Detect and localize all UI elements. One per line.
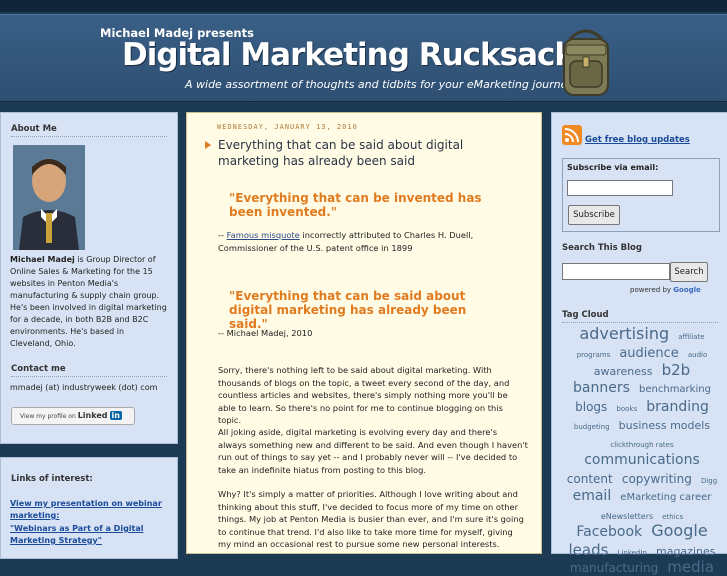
- tag-link[interactable]: Google: [651, 522, 707, 540]
- attribution-prefix: --: [218, 230, 227, 240]
- tag-cloud: advertising affiliate programs audience …: [562, 325, 722, 576]
- tag-link[interactable]: clickthrough rates: [610, 441, 673, 450]
- google-logo: Google: [673, 286, 701, 294]
- tag-link[interactable]: audio: [688, 351, 707, 360]
- tag-link[interactable]: Digg: [701, 477, 717, 486]
- profile-photo: [13, 145, 85, 250]
- tag-link[interactable]: business models: [619, 420, 710, 432]
- blog-tagline: A wide assortment of thoughts and tidbit…: [185, 78, 574, 91]
- tag-link[interactable]: budgeting: [574, 424, 610, 432]
- linkedin-brand: Linked: [77, 411, 108, 420]
- search-title: Search This Blog: [562, 243, 642, 253]
- link-webinar-presentation[interactable]: View my presentation on webinar marketin…: [10, 498, 170, 522]
- post-paragraph-2: All joking aside, digital marketing is e…: [218, 427, 528, 475]
- blog-title[interactable]: Digital Marketing Rucksack: [122, 37, 575, 73]
- blog-header: Michael Madej presents Digital Marketing…: [0, 14, 727, 102]
- linkedin-icon: in: [109, 411, 122, 420]
- email-input[interactable]: [567, 180, 673, 196]
- post-paragraph-1: Sorry, there's nothing left to be said a…: [218, 365, 510, 425]
- tag-link[interactable]: eNewsletters: [601, 512, 653, 522]
- rss-icon[interactable]: [562, 125, 582, 145]
- search-input[interactable]: [562, 263, 670, 280]
- tag-link[interactable]: branding: [646, 399, 709, 415]
- email-subscribe-box: Subscribe via email: Subscribe: [562, 158, 720, 232]
- post-paragraph-3: Why? It's simply a matter of priorities.…: [218, 489, 524, 549]
- rucksack-icon: [563, 29, 609, 96]
- tag-link[interactable]: magazines: [656, 545, 715, 558]
- link-webinar-strategy[interactable]: "Webinars as Part of a Digital Marketing…: [10, 523, 170, 547]
- tag-link[interactable]: advertising: [579, 325, 669, 343]
- tag-link[interactable]: benchmarking: [639, 384, 711, 395]
- tag-link[interactable]: Facebook: [576, 525, 642, 541]
- tag-link[interactable]: leads: [569, 542, 609, 559]
- rss-link[interactable]: Get free blog updates: [585, 135, 690, 145]
- top-bar: [0, 0, 727, 12]
- about-description: is Group Director of Online Sales & Mark…: [10, 255, 167, 348]
- powered-by-text: powered by: [630, 286, 672, 294]
- tag-link[interactable]: eMarketing career: [620, 492, 711, 503]
- famous-misquote-link[interactable]: Famous misquote: [227, 230, 300, 240]
- post-date: WEDNESDAY, JANUARY 13, 2010: [217, 123, 358, 131]
- contact-email: mmadej (at) industryweek (dot) com: [10, 383, 158, 392]
- tag-link[interactable]: affiliate: [678, 333, 704, 342]
- search-button[interactable]: Search: [670, 262, 708, 282]
- links-sidebar: Links of interest: View my presentation …: [0, 457, 178, 559]
- left-sidebar: About Me Michael Madej is Group Director…: [0, 112, 178, 444]
- contact-title: Contact me: [11, 364, 167, 377]
- post-bullet-icon: [205, 141, 211, 149]
- about-me-title: About Me: [11, 124, 167, 137]
- tag-link[interactable]: b2b: [662, 362, 691, 379]
- tag-link[interactable]: audience: [619, 346, 678, 361]
- tag-link[interactable]: programs: [577, 351, 611, 360]
- post-title[interactable]: Everything that can be said about digita…: [218, 137, 518, 169]
- tag-link[interactable]: content: [567, 472, 613, 486]
- tag-link[interactable]: email: [573, 489, 612, 505]
- about-name: Michael Madej: [10, 255, 75, 264]
- tag-link[interactable]: awareness: [594, 365, 653, 378]
- tag-link[interactable]: blogs: [575, 400, 607, 414]
- powered-by-google: powered by Google: [630, 286, 701, 294]
- blog-post: WEDNESDAY, JANUARY 13, 2010 Everything t…: [186, 112, 542, 554]
- post-attribution-2: -- Michael Madej, 2010: [218, 328, 313, 338]
- tag-cloud-title: Tag Cloud: [562, 310, 718, 323]
- tag-link[interactable]: media: [667, 559, 714, 576]
- tag-link[interactable]: ethics: [662, 513, 683, 522]
- subscribe-label: Subscribe via email:: [567, 163, 659, 172]
- post-quote-1: "Everything that can be invented has bee…: [229, 191, 482, 219]
- tag-link[interactable]: manufacturing: [570, 562, 658, 575]
- post-attribution-1: -- Famous misquote incorrectly attribute…: [218, 229, 528, 254]
- tag-link[interactable]: LinkedIn: [618, 549, 647, 558]
- about-me-text: Michael Madej is Group Director of Onlin…: [10, 254, 168, 350]
- rss-symbol-icon: [564, 128, 579, 143]
- tag-link[interactable]: copywriting: [622, 472, 692, 486]
- links-title: Links of interest:: [11, 474, 93, 484]
- tag-link[interactable]: banners: [573, 381, 630, 397]
- subscribe-button[interactable]: Subscribe: [568, 205, 620, 225]
- right-sidebar: Get free blog updates Subscribe via emai…: [551, 112, 727, 575]
- linkedin-profile-button[interactable]: View my profile on Linked in: [11, 407, 135, 425]
- profile-photo-image: [13, 145, 85, 250]
- tag-link[interactable]: books: [616, 405, 637, 414]
- post-quote-2: "Everything that can be said about digit…: [229, 289, 467, 331]
- linkedin-text: View my profile on: [20, 413, 76, 420]
- tag-link[interactable]: communications: [584, 453, 700, 469]
